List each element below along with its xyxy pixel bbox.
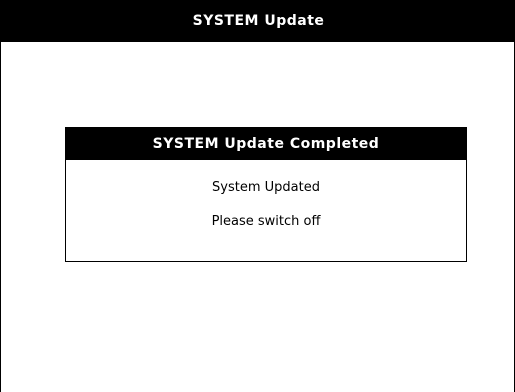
- dialog-header: SYSTEM Update Completed: [66, 128, 466, 160]
- window-title: SYSTEM Update: [192, 13, 325, 29]
- update-completed-dialog: SYSTEM Update Completed System Updated P…: [65, 127, 467, 262]
- window-title-bar: SYSTEM Update: [1, 0, 515, 42]
- dialog-title: SYSTEM Update Completed: [152, 136, 380, 152]
- dialog-message-system-updated: System Updated: [212, 180, 320, 195]
- dialog-message-switch-off: Please switch off: [211, 214, 321, 229]
- device-screen: SYSTEM Update SYSTEM Update Completed Sy…: [0, 0, 515, 392]
